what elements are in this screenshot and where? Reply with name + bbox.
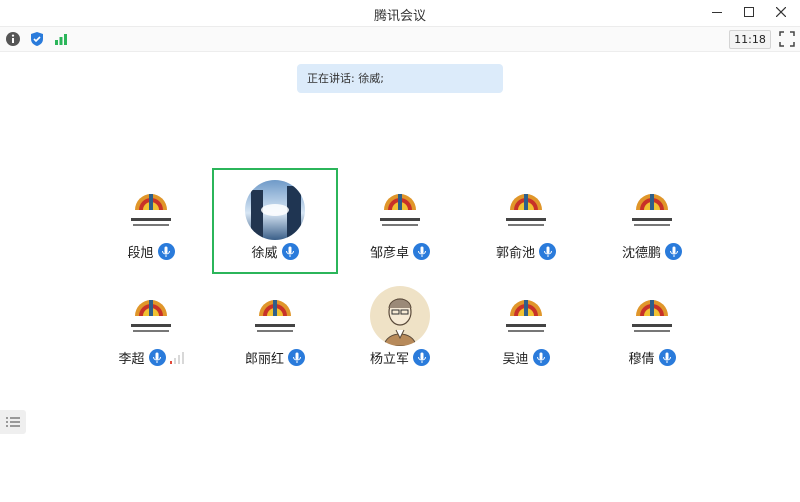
participant-name: 徐威 (251, 246, 278, 261)
participant-tile[interactable]: 杨立军 (337, 276, 463, 382)
microphone-icon (413, 349, 430, 366)
participant-name: 郭俞池 (495, 246, 535, 261)
school-logo-avatar (626, 184, 678, 236)
weak-signal-icon (169, 351, 184, 364)
participant-tile[interactable]: 穆倩 (589, 276, 715, 382)
participant-name: 郎丽红 (244, 352, 284, 367)
microphone-icon (665, 243, 682, 260)
school-logo-avatar (626, 290, 678, 342)
microphone-icon (157, 243, 175, 260)
school-logo-avatar (125, 290, 177, 342)
microphone-icon (281, 243, 299, 260)
participant-tile-active[interactable]: 徐威 (212, 168, 338, 274)
participant-name: 穆倩 (628, 352, 655, 367)
sky-photo-avatar (245, 180, 305, 240)
school-logo-avatar (249, 290, 301, 342)
participant-tile[interactable]: 沈德鹏 (589, 170, 715, 276)
participant-name: 沈德鹏 (621, 246, 661, 261)
microphone-icon (539, 243, 556, 260)
school-logo-avatar (125, 184, 177, 236)
list-icon (6, 417, 20, 427)
microphone-icon (413, 243, 430, 260)
sketch-portrait-avatar (370, 286, 430, 346)
microphone-icon (532, 349, 550, 366)
participant-grid: 段旭 徐威 邹彦卓 郭俞池 沈德鹏 李超 郎丽红 杨立军 吴迪 穆倩 (0, 0, 800, 502)
participant-tile[interactable]: 段旭 (88, 170, 214, 276)
participant-tile[interactable]: 郎丽红 (212, 276, 338, 382)
school-logo-avatar (500, 184, 552, 236)
microphone-icon (148, 349, 166, 366)
school-logo-avatar (374, 184, 426, 236)
participant-name: 段旭 (127, 246, 154, 261)
participant-tile[interactable]: 李超 (88, 276, 214, 382)
participant-tile[interactable]: 邹彦卓 (337, 170, 463, 276)
microphone-icon (658, 349, 676, 366)
participant-tile[interactable]: 吴迪 (463, 276, 589, 382)
participant-name: 吴迪 (502, 352, 529, 367)
member-list-button[interactable] (0, 410, 26, 434)
participant-name: 杨立军 (369, 352, 409, 367)
participant-name: 李超 (118, 352, 145, 367)
school-logo-avatar (500, 290, 552, 342)
microphone-icon (288, 349, 305, 366)
participant-name: 邹彦卓 (369, 246, 409, 261)
participant-tile[interactable]: 郭俞池 (463, 170, 589, 276)
